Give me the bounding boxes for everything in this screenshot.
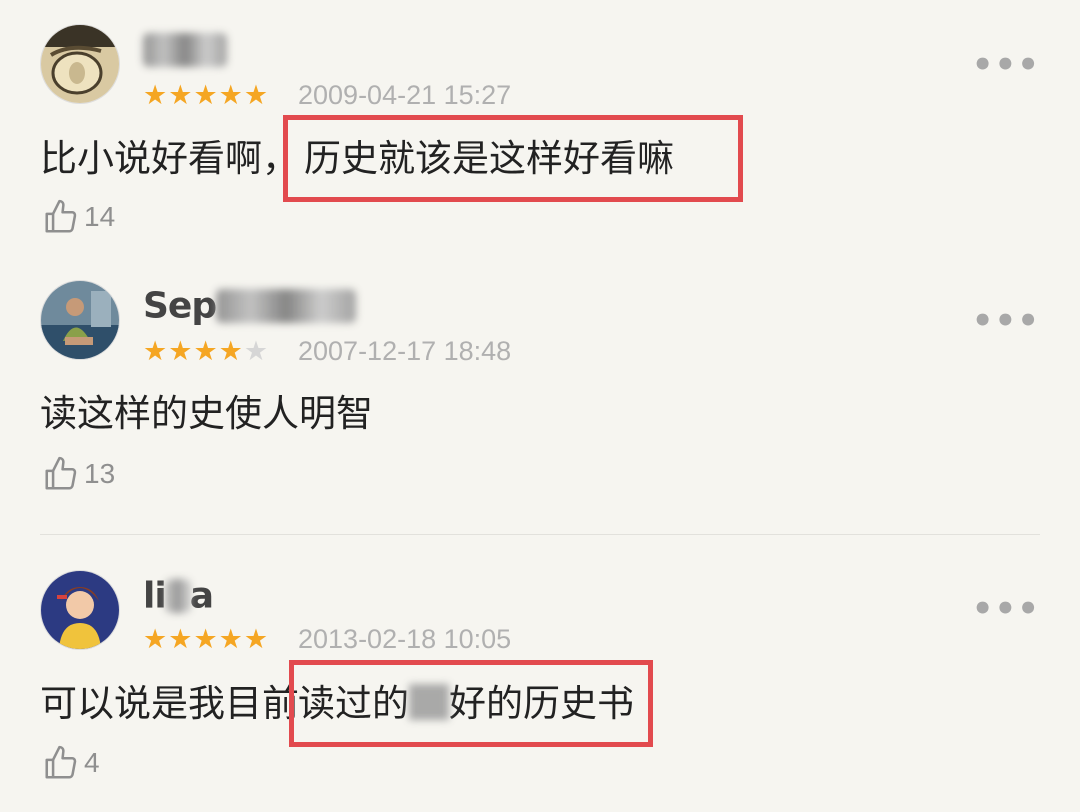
username[interactable]: [143, 28, 227, 69]
highlighted-text: 历史就该是这样好看嘛: [283, 115, 743, 202]
comment-text-plain: 可以说是我目前: [40, 682, 299, 725]
star-icon: ★: [193, 336, 219, 367]
star-icon: ★: [168, 80, 194, 111]
star-icon: ★: [218, 624, 244, 655]
comment-date: 2007-12-17 18:48: [298, 336, 512, 366]
highlighted-text: 读过的 好的历史书: [289, 660, 653, 747]
avatar[interactable]: [40, 280, 120, 360]
username-visible: Sep: [143, 285, 217, 327]
star-icon: ★: [193, 80, 219, 111]
thumbs-up-icon: [45, 745, 77, 779]
star-icon: ★: [143, 80, 169, 111]
username-visible: li: [143, 575, 167, 617]
rating-stars: ★★★★★: [143, 338, 269, 365]
more-icon[interactable]: •••: [972, 48, 1040, 82]
more-icon[interactable]: •••: [972, 304, 1040, 338]
star-empty-icon: ★: [243, 336, 270, 367]
comment-text: 读这样的史使人明智: [40, 392, 373, 435]
star-icon: ★: [218, 80, 244, 111]
username[interactable]: li a: [143, 574, 214, 617]
comment-date: 2009-04-21 15:27: [298, 80, 512, 110]
highlighted-text-b: 好的历史书: [449, 682, 634, 725]
avatar[interactable]: [40, 24, 120, 104]
rating-stars: ★★★★★: [143, 82, 269, 109]
highlighted-text-a: 读过的: [298, 682, 409, 725]
star-icon: ★: [243, 624, 270, 655]
username-blur: [143, 33, 227, 67]
username-visible: a: [189, 575, 214, 617]
comment-text-plain: 比小说好看啊，: [40, 137, 299, 180]
rating-stars: ★★★★★: [143, 626, 269, 653]
star-icon: ★: [168, 624, 194, 655]
star-icon: ★: [193, 624, 219, 655]
like-count: 14: [84, 201, 116, 232]
like-count: 13: [84, 458, 116, 489]
star-icon: ★: [218, 336, 244, 367]
more-icon[interactable]: •••: [972, 592, 1040, 626]
like-count: 4: [84, 747, 100, 778]
divider: [40, 534, 1040, 535]
like-button[interactable]: 4: [42, 744, 100, 782]
thumbs-up-icon: [45, 199, 77, 233]
like-button[interactable]: 13: [42, 455, 115, 493]
star-icon: ★: [243, 80, 270, 111]
username[interactable]: Sep: [143, 284, 357, 327]
comment-date: 2013-02-18 10:05: [298, 624, 512, 654]
avatar[interactable]: [40, 570, 120, 650]
comment-item: li a ★★★★★ 2013-02-18 10:05 ••• 可以说是我目前读过…: [0, 540, 1080, 812]
comment-item: ★★★★★ 2009-04-21 15:27 ••• 比小说好看啊， 历史就该是这…: [0, 0, 1080, 250]
star-icon: ★: [168, 336, 194, 367]
comment-item: Sep ★★★★★ 2007-12-17 18:48 ••• 读这样的史使人明智…: [0, 250, 1080, 530]
comment-text: 可以说是我目前读过的 好的历史书: [40, 660, 653, 747]
comment-text: 比小说好看啊， 历史就该是这样好看嘛: [40, 115, 743, 202]
star-icon: ★: [143, 624, 169, 655]
masked-character: [409, 684, 449, 720]
star-icon: ★: [143, 336, 169, 367]
username-blur: [216, 289, 357, 323]
username-blur: [165, 579, 190, 613]
thumbs-up-icon: [45, 456, 77, 490]
like-button[interactable]: 14: [42, 198, 115, 236]
